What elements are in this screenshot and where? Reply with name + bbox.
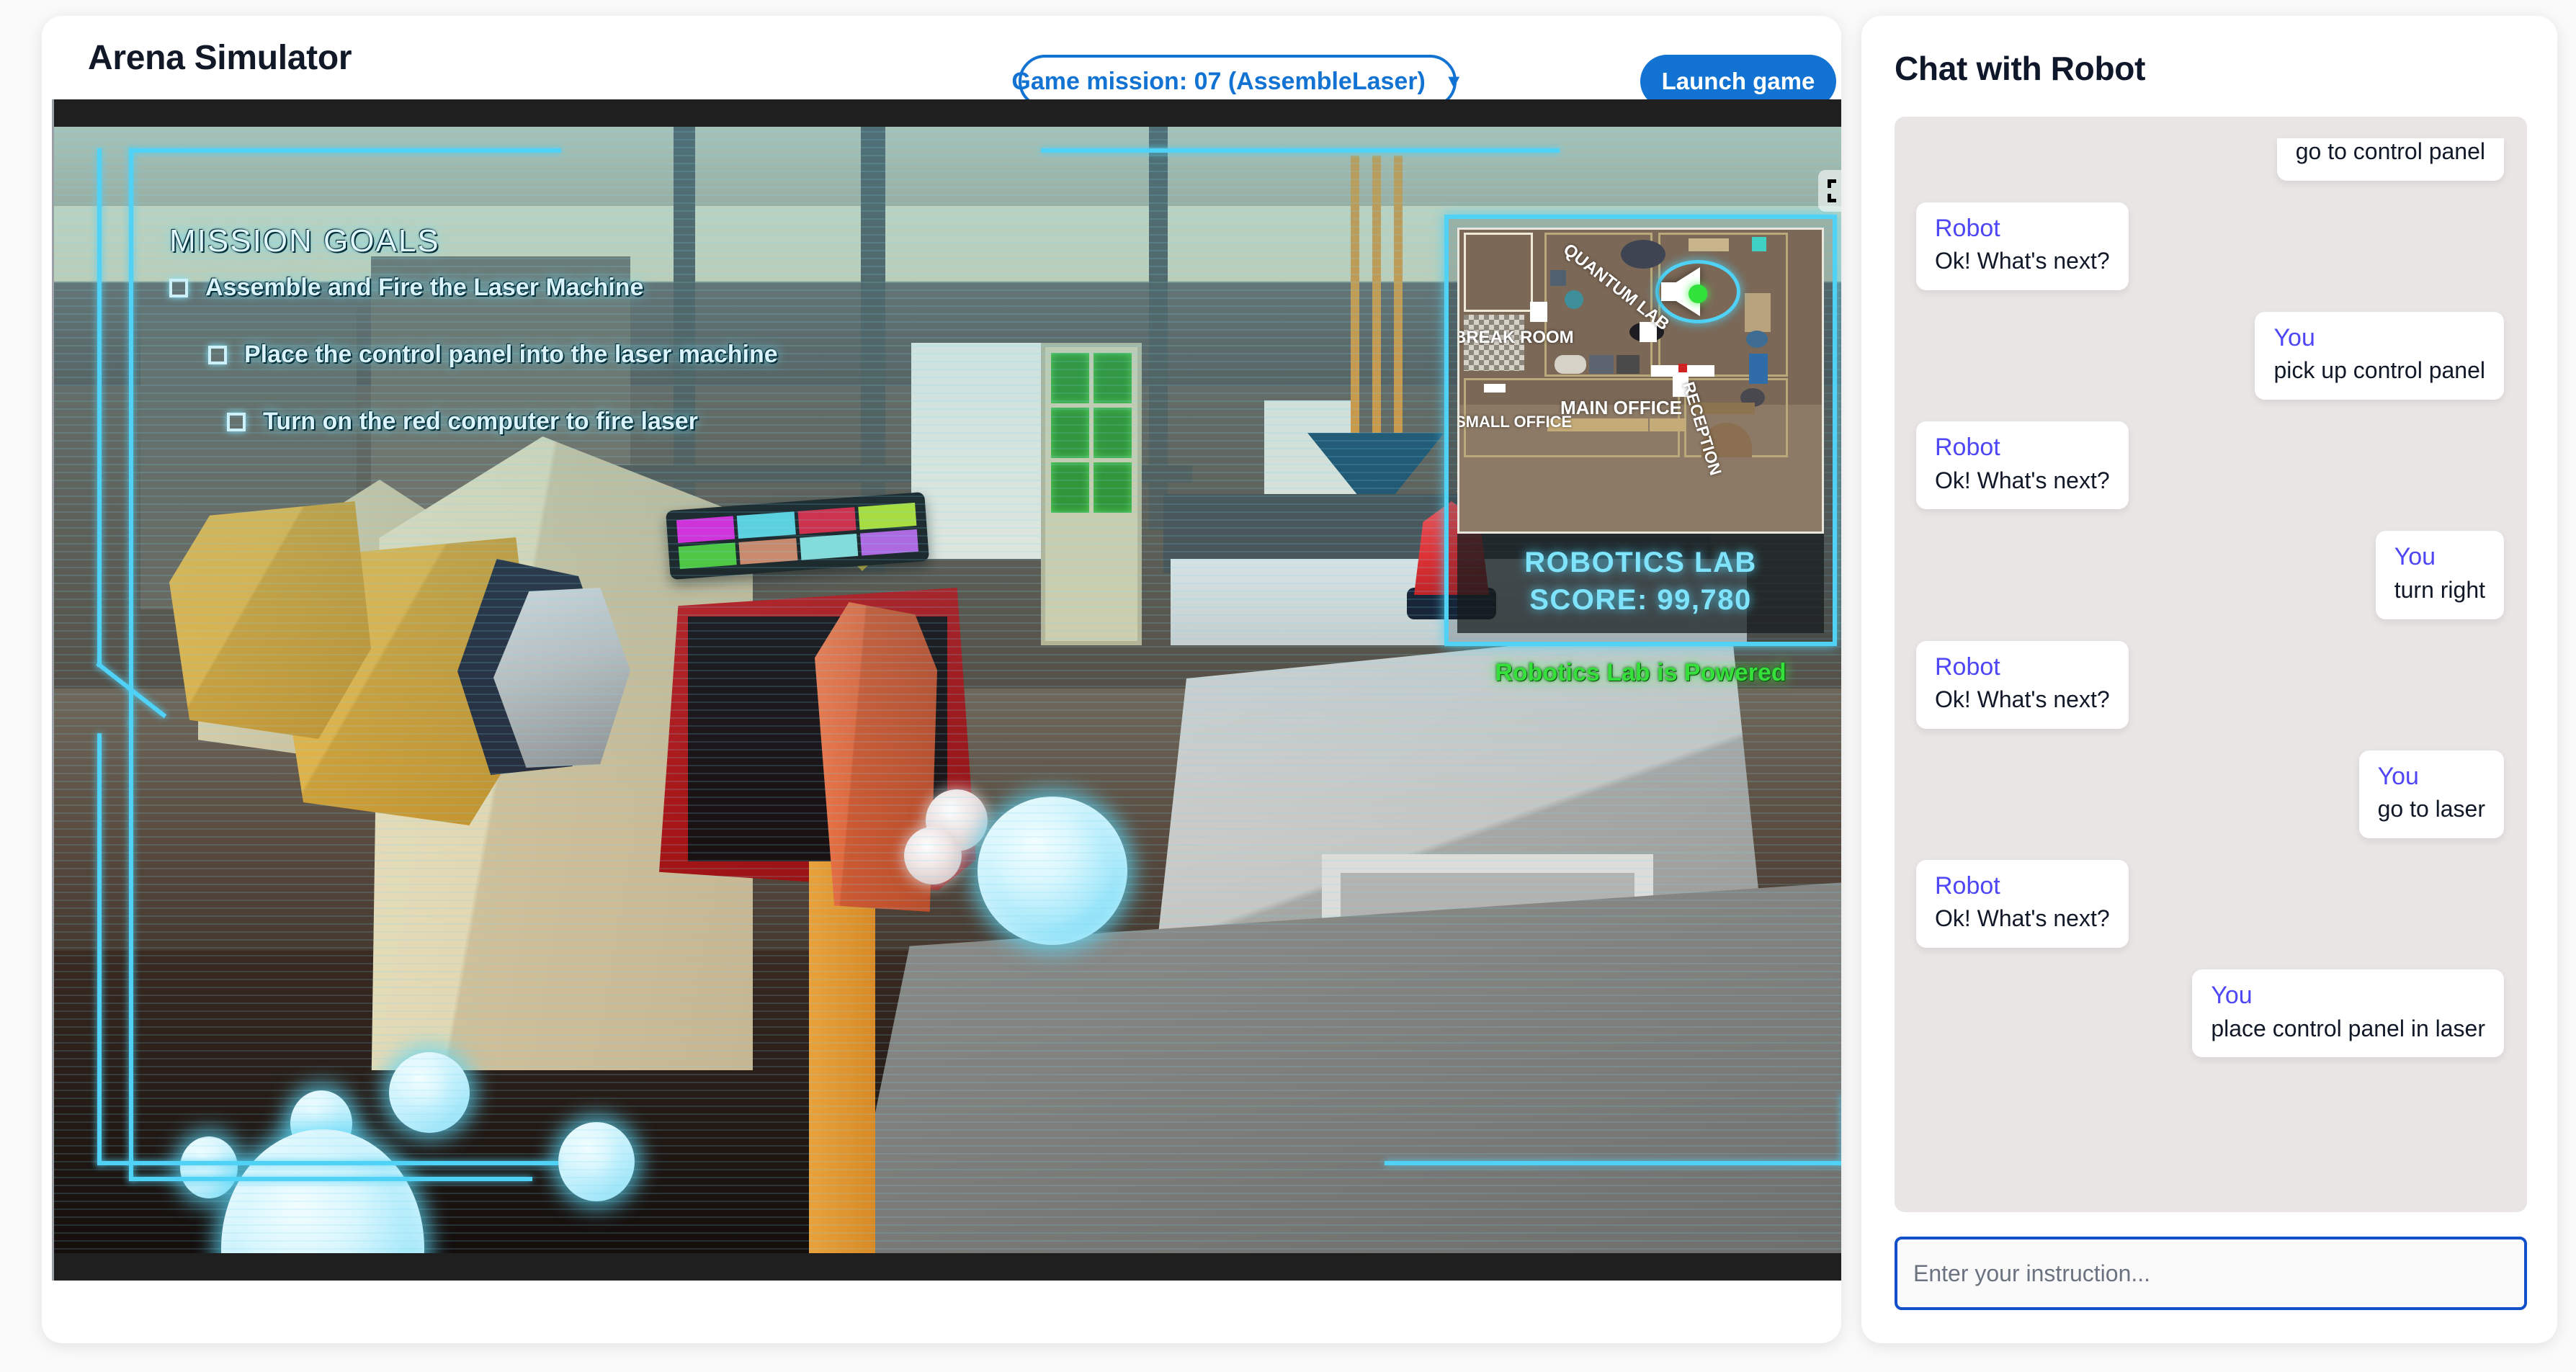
chat-message-row: Robot Ok! What's next? xyxy=(1916,421,2504,510)
chat-bubble-robot: Robot Ok! What's next? xyxy=(1916,859,2129,949)
chat-message-text: turn right xyxy=(2394,576,2485,603)
chat-message-text: pick up control panel xyxy=(2273,357,2485,384)
chat-message-row: go to control panel xyxy=(1916,138,2504,181)
chat-message-sender: Robot xyxy=(1935,871,2000,900)
chat-message-text: go to control panel xyxy=(2295,138,2485,164)
chat-bubble-user: You pick up control panel xyxy=(2255,311,2504,400)
scene-orb xyxy=(389,1052,470,1133)
chat-message-text: go to laser xyxy=(2377,796,2485,822)
letterbox-top xyxy=(54,99,1841,127)
chat-bubble-user: go to control panel xyxy=(2276,138,2504,181)
chat-message-sender: You xyxy=(2394,543,2436,571)
chat-message-row: Robot Ok! What's next? xyxy=(1916,859,2504,949)
simulator-panel: Arena Simulator Game mission: 07 (Assemb… xyxy=(42,16,1841,1343)
letterbox-bottom xyxy=(54,1253,1841,1281)
chat-message-sender: You xyxy=(2273,323,2315,351)
control-panel-grid xyxy=(676,502,919,570)
chat-message-list[interactable]: go to control panel Robot Ok! What's nex… xyxy=(1895,117,2527,1212)
app-root: Arena Simulator Game mission: 07 (Assemb… xyxy=(0,0,2576,1372)
simulator-header: Arena Simulator Game mission: 07 (Assemb… xyxy=(42,16,1841,108)
chat-panel: Chat with Robot go to control panel Robo… xyxy=(1861,16,2557,1343)
chat-message-sender: You xyxy=(2211,982,2253,1010)
chat-message-sender: Robot xyxy=(1935,214,2000,242)
swatch-lime xyxy=(858,502,917,530)
swatch-salmon xyxy=(738,537,797,565)
chat-message-sender: Robot xyxy=(1935,653,2000,681)
chat-message-text: Ok! What's next? xyxy=(1935,905,2110,932)
swatch-green xyxy=(678,542,737,570)
swatch-red xyxy=(797,507,857,534)
swatch-purple xyxy=(859,529,919,556)
chat-title: Chat with Robot xyxy=(1895,50,2146,87)
scene-server-rack xyxy=(1041,343,1142,645)
chat-message-text: Ok! What's next? xyxy=(1935,248,2110,274)
chat-message-row: You place control panel in laser xyxy=(1916,969,2504,1058)
game-3d-scene xyxy=(54,127,1841,1253)
chat-bubble-user: You go to laser xyxy=(2358,750,2504,838)
fullscreen-button[interactable] xyxy=(1818,170,1841,212)
scene-machine-base xyxy=(846,879,1841,1253)
chat-message-text: Ok! What's next? xyxy=(1935,467,2110,493)
scene-cable xyxy=(1394,156,1403,465)
chat-message-sender: Robot xyxy=(1935,434,2000,462)
scene-orb xyxy=(180,1136,238,1198)
scene-cable xyxy=(1351,156,1359,465)
game-viewport-wrapper: MISSION GOALS Assemble and Fire the Lase… xyxy=(42,99,1841,1281)
chat-message-row: You pick up control panel xyxy=(1916,311,2504,400)
swatch-cyan xyxy=(736,511,796,539)
swatch-turquoise xyxy=(799,533,859,560)
scene-orange-cord xyxy=(809,861,875,1253)
chat-message-row: You turn right xyxy=(1916,531,2504,619)
chat-instruction-input[interactable] xyxy=(1895,1237,2527,1310)
chat-bubble-user: You turn right xyxy=(2375,531,2504,619)
scene-orb xyxy=(904,827,962,884)
chat-message-text: Ok! What's next? xyxy=(1935,686,2110,712)
fullscreen-expand-icon xyxy=(1828,179,1836,202)
chat-message-row: Robot Ok! What's next? xyxy=(1916,202,2504,290)
scene-cable xyxy=(1372,156,1381,472)
chat-message-row: Robot Ok! What's next? xyxy=(1916,640,2504,729)
scene-ceiling xyxy=(54,127,1841,213)
mission-select-label: Game mission: 07 (AssembleLaser) xyxy=(1011,67,1426,95)
chevron-down-icon: ▼ xyxy=(1444,70,1464,92)
chat-bubble-robot: Robot Ok! What's next? xyxy=(1916,640,2129,729)
chat-bubble-robot: Robot Ok! What's next? xyxy=(1916,421,2129,510)
chat-message-row: You go to laser xyxy=(1916,750,2504,838)
scene-orb-primary xyxy=(978,797,1127,945)
page-title: Arena Simulator xyxy=(88,38,352,77)
chat-bubble-user: You place control panel in laser xyxy=(2192,969,2504,1058)
game-canvas[interactable]: MISSION GOALS Assemble and Fire the Lase… xyxy=(52,99,1841,1281)
swatch-magenta xyxy=(676,516,735,543)
scene-orb xyxy=(558,1122,635,1201)
chat-bubble-robot: Robot Ok! What's next? xyxy=(1916,202,2129,290)
chat-message-sender: You xyxy=(2377,762,2419,790)
chat-message-text: place control panel in laser xyxy=(2211,1015,2485,1041)
